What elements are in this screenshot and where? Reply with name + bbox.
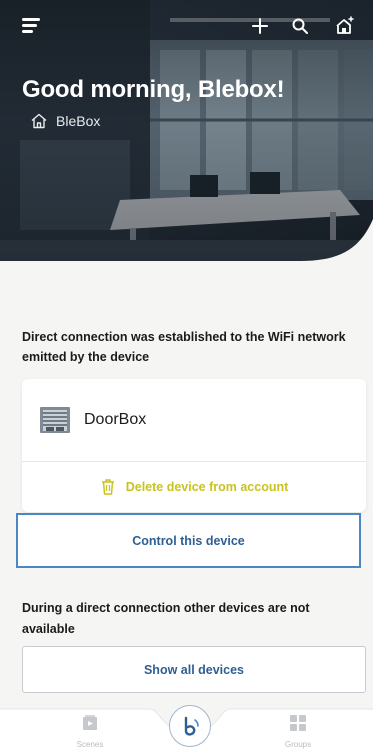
hero-bottom-curve (0, 219, 373, 278)
nav-scenes[interactable]: Scenes (60, 713, 120, 749)
bottom-navigation: Scenes Groups (0, 703, 373, 751)
search-icon[interactable] (288, 14, 312, 38)
nav-home-logo[interactable] (169, 705, 211, 747)
greeting-title: Good morning, Blebox! (22, 76, 285, 103)
add-icon[interactable] (248, 14, 272, 38)
control-device-button[interactable]: Control this device (16, 513, 361, 568)
device-name: DoorBox (84, 411, 147, 428)
menu-icon[interactable] (22, 18, 44, 36)
nav-groups-label: Groups (284, 740, 312, 749)
device-row[interactable]: DoorBox (22, 379, 366, 462)
show-all-devices-button[interactable]: Show all devices (22, 646, 366, 693)
scenes-icon (83, 715, 97, 730)
trash-icon (101, 479, 114, 495)
location-selector[interactable]: BleBox (30, 111, 100, 131)
blebox-logo-icon (184, 716, 199, 736)
smart-home-icon[interactable] (333, 14, 357, 38)
groups-grid-icon (290, 715, 306, 731)
connection-notice: Direct connection was established to the… (22, 330, 346, 364)
nav-groups[interactable]: Groups (268, 713, 328, 749)
device-card: DoorBox Delete device from account (22, 379, 366, 512)
top-bar (0, 0, 373, 52)
delete-device-button[interactable]: Delete device from account (22, 462, 366, 512)
location-label: BleBox (56, 113, 101, 129)
garage-door-icon (40, 407, 70, 433)
direct-connection-warning: During a direct connection other devices… (22, 601, 310, 636)
delete-device-label: Delete device from account (125, 480, 289, 494)
nav-scenes-label: Scenes (76, 740, 104, 749)
home-outline-icon (31, 113, 47, 129)
